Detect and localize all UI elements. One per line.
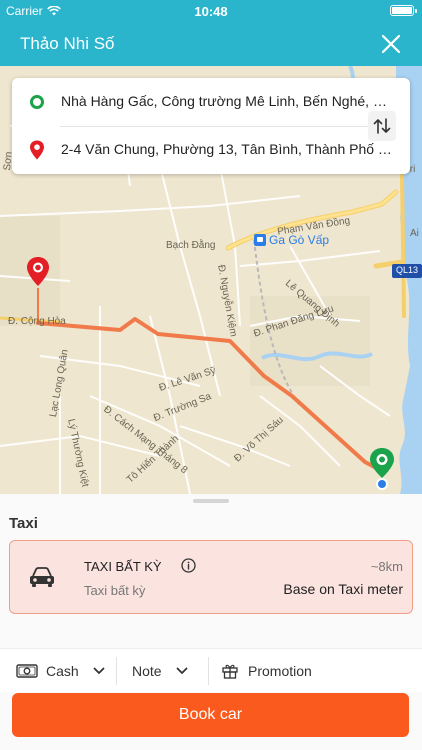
payment-method-selector[interactable]: Cash xyxy=(16,649,105,693)
clock: 10:48 xyxy=(194,4,228,19)
option-divider xyxy=(116,657,117,685)
drag-handle[interactable] xyxy=(193,499,229,503)
promotion-label: Promotion xyxy=(248,663,312,679)
fare-info: Base on Taxi meter xyxy=(283,581,403,597)
vehicle-section-title: Taxi xyxy=(9,515,38,532)
option-divider xyxy=(208,657,209,685)
nav-bar: Thảo Nhi Số xyxy=(0,22,422,66)
promotion-selector[interactable]: Promotion xyxy=(222,649,312,693)
origin-dot-icon xyxy=(30,95,44,109)
car-icon xyxy=(30,567,54,587)
booking-panel: Taxi TAXI BẤT KỲ Taxi bất kỳ ~8km Base o… xyxy=(0,494,422,750)
origin-marker-icon xyxy=(370,448,394,490)
vehicle-subtitle: Taxi bất kỳ xyxy=(84,583,146,598)
trip-distance: ~8km xyxy=(370,559,403,574)
street-label: Đ. Cộng Hòa xyxy=(8,316,66,327)
vehicle-name: TAXI BẤT KỲ xyxy=(84,559,162,574)
street-label: Ai xyxy=(410,228,419,239)
gift-icon xyxy=(222,664,238,679)
destination-pin-icon xyxy=(30,140,44,160)
battery-icon xyxy=(390,5,417,16)
payment-method-label: Cash xyxy=(46,663,79,679)
status-bar: Carrier 10:48 xyxy=(0,0,422,22)
book-car-button[interactable]: Book car xyxy=(12,693,409,737)
dropoff-address: 2-4 Văn Chung, Phường 13, Tân Bình, Thàn… xyxy=(61,141,393,157)
dropoff-address-row[interactable]: 2-4 Văn Chung, Phường 13, Tân Bình, Thàn… xyxy=(12,126,393,174)
pickup-address-row[interactable]: Nhà Hàng Gấc, Công trường Mê Linh, Bến N… xyxy=(12,78,393,126)
station-label: Ga Gò Vấp xyxy=(269,233,330,247)
swap-icon[interactable] xyxy=(368,111,396,141)
note-selector[interactable]: Note xyxy=(132,649,188,693)
pickup-address: Nhà Hàng Gấc, Công trường Mê Linh, Bến N… xyxy=(61,93,393,109)
note-label: Note xyxy=(132,663,162,679)
close-icon[interactable] xyxy=(380,33,402,55)
page-title: Thảo Nhi Số xyxy=(20,34,115,53)
destination-marker-icon xyxy=(27,257,49,286)
vehicle-option-card[interactable]: TAXI BẤT KỲ Taxi bất kỳ ~8km Base on Tax… xyxy=(9,540,413,614)
highway-shield: QL13 xyxy=(396,265,419,275)
chevron-down-icon xyxy=(93,667,105,674)
booking-options-bar: Cash Note Promotion xyxy=(0,648,422,692)
street-label: Bạch Đằng xyxy=(166,240,216,251)
chevron-down-icon xyxy=(176,667,187,674)
cash-icon xyxy=(16,664,38,678)
info-icon[interactable] xyxy=(181,558,196,573)
route-address-card: Nhà Hàng Gấc, Công trường Mê Linh, Bến N… xyxy=(12,78,410,174)
